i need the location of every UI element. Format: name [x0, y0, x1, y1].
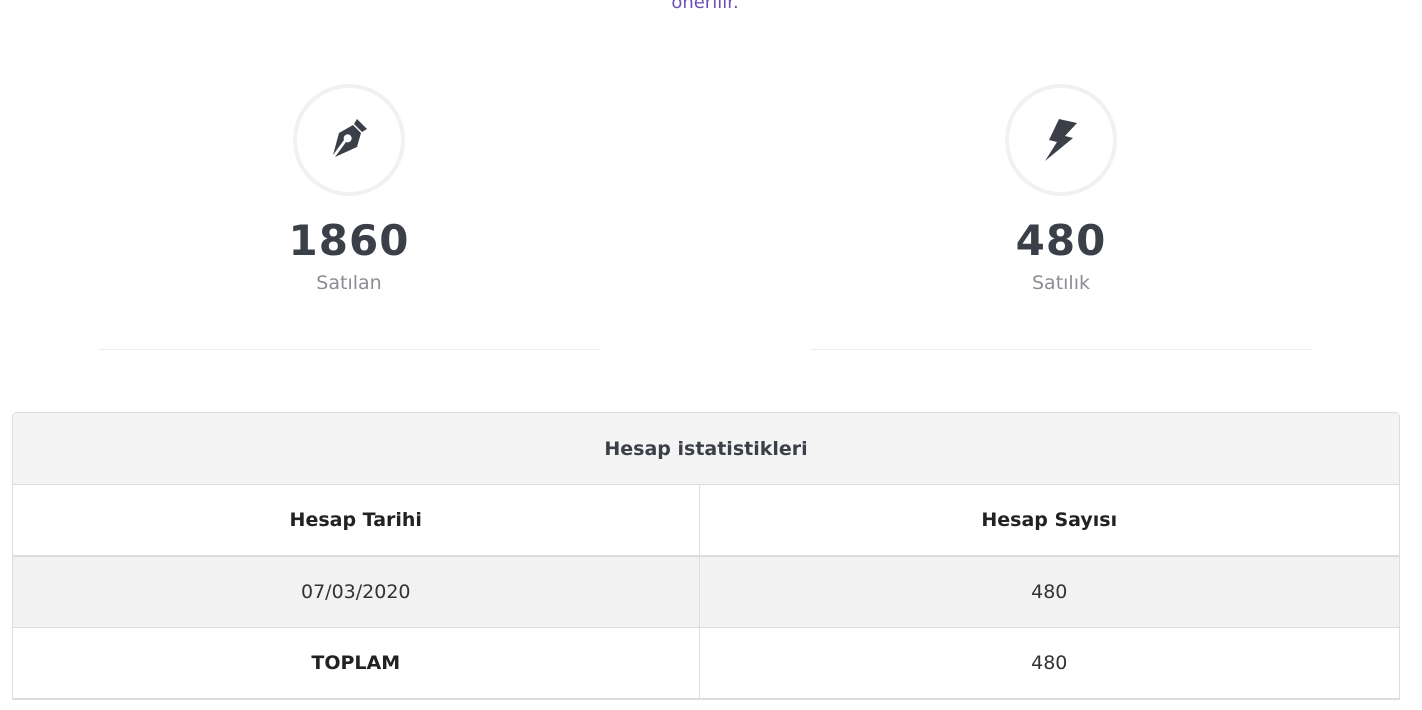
stat-for-sale-label: Satılık: [1032, 272, 1090, 294]
stat-sold: 1860 Satılan: [99, 84, 599, 350]
cell-count: 480: [699, 556, 1399, 628]
total-label: TOPLAM: [13, 627, 700, 699]
table-header-row: Hesap Tarihi Hesap Sayısı: [13, 485, 1399, 557]
stat-for-sale-icon-circle: [1005, 84, 1117, 196]
stat-sold-label: Satılan: [316, 272, 382, 294]
total-value: 480: [1031, 652, 1068, 674]
stat-sold-icon-circle: [293, 84, 405, 196]
table-row: 07/03/2020 480: [13, 556, 1399, 628]
stat-sold-value: 1860: [288, 216, 410, 265]
stat-sold-divider: [99, 349, 599, 350]
panel-title: Hesap istatistikleri: [13, 413, 1399, 485]
pen-nib-icon: [333, 119, 367, 157]
stat-for-sale-value: 480: [1015, 216, 1107, 265]
total-row: TOPLAM 480: [13, 627, 1399, 699]
intro-text-fragment: önerilir.: [671, 0, 739, 13]
cell-date: 07/03/2020: [13, 556, 700, 628]
column-header-count: Hesap Sayısı: [699, 485, 1399, 557]
account-stats-panel: Hesap istatistikleri Hesap Tarihi Hesap …: [12, 412, 1400, 700]
account-stats-table: Hesap Tarihi Hesap Sayısı 07/03/2020 480…: [13, 485, 1399, 699]
stat-for-sale-divider: [811, 349, 1311, 350]
bolt-icon: [1045, 119, 1077, 161]
column-header-date: Hesap Tarihi: [13, 485, 700, 557]
stat-for-sale: 480 Satılık: [811, 84, 1311, 350]
